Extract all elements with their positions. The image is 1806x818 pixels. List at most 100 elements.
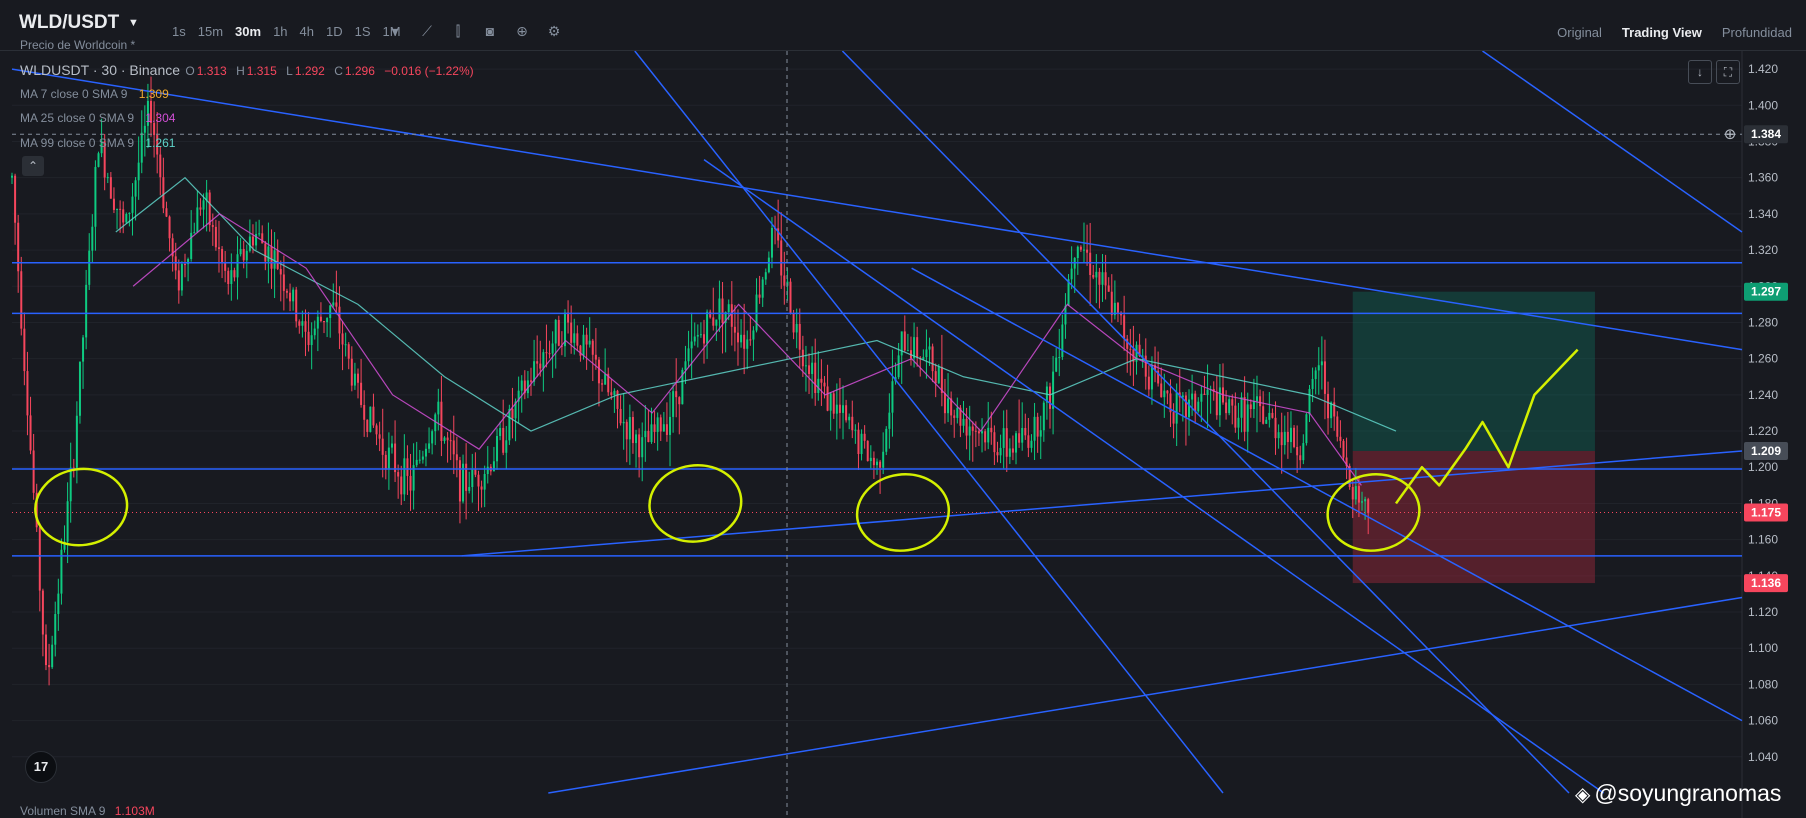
candle-body bbox=[17, 222, 20, 272]
gear-icon[interactable]: ⚙ bbox=[545, 22, 563, 40]
view-tab-original[interactable]: Original bbox=[1557, 25, 1602, 40]
candle-body bbox=[684, 361, 687, 370]
candle-body bbox=[125, 214, 128, 223]
trend-line bbox=[911, 267, 1743, 722]
candle-body bbox=[879, 461, 882, 468]
ma99-value: 1.261 bbox=[145, 136, 176, 150]
ohlc-open: 1.313 bbox=[196, 64, 227, 78]
candle-body bbox=[421, 456, 424, 460]
candle-body bbox=[1005, 428, 1008, 457]
timeframe-1s[interactable]: 1s bbox=[172, 24, 186, 39]
collapse-legend-button[interactable]: ⌃ bbox=[22, 156, 44, 176]
candle-body bbox=[801, 349, 804, 367]
candle-body bbox=[285, 290, 288, 293]
line-chart-icon[interactable]: ⟋ bbox=[418, 22, 436, 40]
symbol-title[interactable]: WLD/USDT bbox=[19, 12, 119, 34]
candle-body bbox=[1265, 419, 1268, 424]
candle-body bbox=[990, 427, 993, 433]
candle-body bbox=[622, 421, 625, 424]
scroll-down-button[interactable]: ↓ bbox=[1688, 60, 1712, 84]
candle-body bbox=[1197, 401, 1200, 412]
timeframe-4h[interactable]: 4h bbox=[300, 24, 314, 39]
candle-body bbox=[1194, 393, 1197, 412]
candle-body bbox=[678, 397, 681, 405]
candle-body bbox=[993, 432, 996, 453]
camera-icon[interactable]: ◙ bbox=[481, 22, 499, 40]
candle-body bbox=[75, 415, 78, 468]
candle-body bbox=[706, 311, 709, 344]
candle-body bbox=[554, 319, 557, 344]
chevron-down-icon[interactable]: ▼ bbox=[128, 17, 139, 29]
candle-body bbox=[1299, 455, 1302, 461]
candle-body bbox=[866, 440, 869, 462]
add-indicator-icon[interactable]: ⊕ bbox=[513, 22, 531, 40]
candle-body bbox=[282, 274, 285, 291]
candle-body bbox=[644, 430, 647, 438]
ohlc-high: 1.315 bbox=[246, 64, 277, 78]
candle-body bbox=[251, 236, 254, 246]
candle-body bbox=[298, 321, 301, 326]
candle-body bbox=[474, 469, 477, 475]
candle-body bbox=[1289, 427, 1292, 443]
timeframe-15m[interactable]: 15m bbox=[198, 24, 223, 39]
candle-body bbox=[1200, 393, 1203, 402]
candle-body bbox=[851, 416, 854, 431]
candle-body bbox=[999, 447, 1002, 456]
candle-body bbox=[446, 437, 449, 441]
candle-body bbox=[916, 337, 919, 358]
candle-body bbox=[1030, 440, 1033, 448]
fullscreen-button[interactable]: ⛶ bbox=[1716, 60, 1740, 84]
candle-body bbox=[1271, 412, 1274, 418]
candle-body bbox=[1323, 361, 1326, 394]
view-tab-trading-view[interactable]: Trading View bbox=[1622, 25, 1702, 40]
candle-body bbox=[1277, 432, 1280, 439]
candle-body bbox=[693, 336, 696, 342]
candle-body bbox=[814, 362, 817, 394]
candle-body bbox=[767, 257, 770, 273]
candle-body bbox=[1320, 361, 1323, 366]
crosshair-plus-icon: ⊕ bbox=[1724, 125, 1737, 143]
candle-body bbox=[727, 304, 730, 313]
timeframe-1h[interactable]: 1h bbox=[273, 24, 287, 39]
candle-body bbox=[1015, 433, 1018, 453]
candle-body bbox=[122, 209, 125, 223]
candle-body bbox=[854, 429, 857, 431]
tradingview-logo[interactable]: 17 bbox=[25, 751, 57, 783]
candle-body bbox=[508, 408, 511, 441]
candle-body bbox=[1293, 427, 1296, 447]
price-label-text-stop-loss: 1.136 bbox=[1751, 576, 1781, 590]
timeframe-1D[interactable]: 1D bbox=[326, 24, 343, 39]
candle-body bbox=[968, 426, 971, 436]
candle-body bbox=[486, 466, 489, 475]
candle-body bbox=[1011, 448, 1014, 453]
candle-body bbox=[662, 424, 665, 432]
candle-body bbox=[496, 435, 499, 462]
candle-body bbox=[798, 323, 801, 350]
candle-body bbox=[542, 352, 545, 369]
candle-body bbox=[193, 232, 196, 234]
y-tick-label: 1.100 bbox=[1748, 641, 1778, 655]
candle-body bbox=[295, 289, 298, 322]
candle-body bbox=[1342, 440, 1345, 458]
candle-body bbox=[471, 469, 474, 488]
candle-body bbox=[715, 319, 718, 326]
view-tab-profundidad[interactable]: Profundidad bbox=[1722, 25, 1792, 40]
chevron-down-icon[interactable]: ▾ bbox=[386, 22, 404, 40]
candle-body bbox=[576, 333, 579, 346]
ohlc-l-label: L bbox=[286, 64, 293, 78]
timeframe-30m[interactable]: 30m bbox=[235, 24, 261, 39]
candle-body bbox=[1107, 285, 1110, 292]
candle-body bbox=[1160, 383, 1163, 398]
candle-body bbox=[869, 457, 872, 462]
candle-body bbox=[1104, 272, 1107, 286]
price-chart[interactable]: ⊕1.4201.4001.3801.3601.3401.3201.3001.28… bbox=[0, 51, 1806, 818]
candle-body bbox=[1147, 376, 1150, 390]
candles-icon[interactable]: ⫿ bbox=[449, 22, 467, 40]
candle-body bbox=[987, 427, 990, 443]
candle-body bbox=[601, 383, 604, 385]
timeframe-1S[interactable]: 1S bbox=[355, 24, 371, 39]
ticker-legend: WLDUSDT · 30 · Binance O 1.313 H 1.315 L 1.… bbox=[20, 62, 476, 78]
candle-body bbox=[403, 458, 406, 495]
candle-body bbox=[378, 434, 381, 439]
candle-body bbox=[406, 458, 409, 476]
